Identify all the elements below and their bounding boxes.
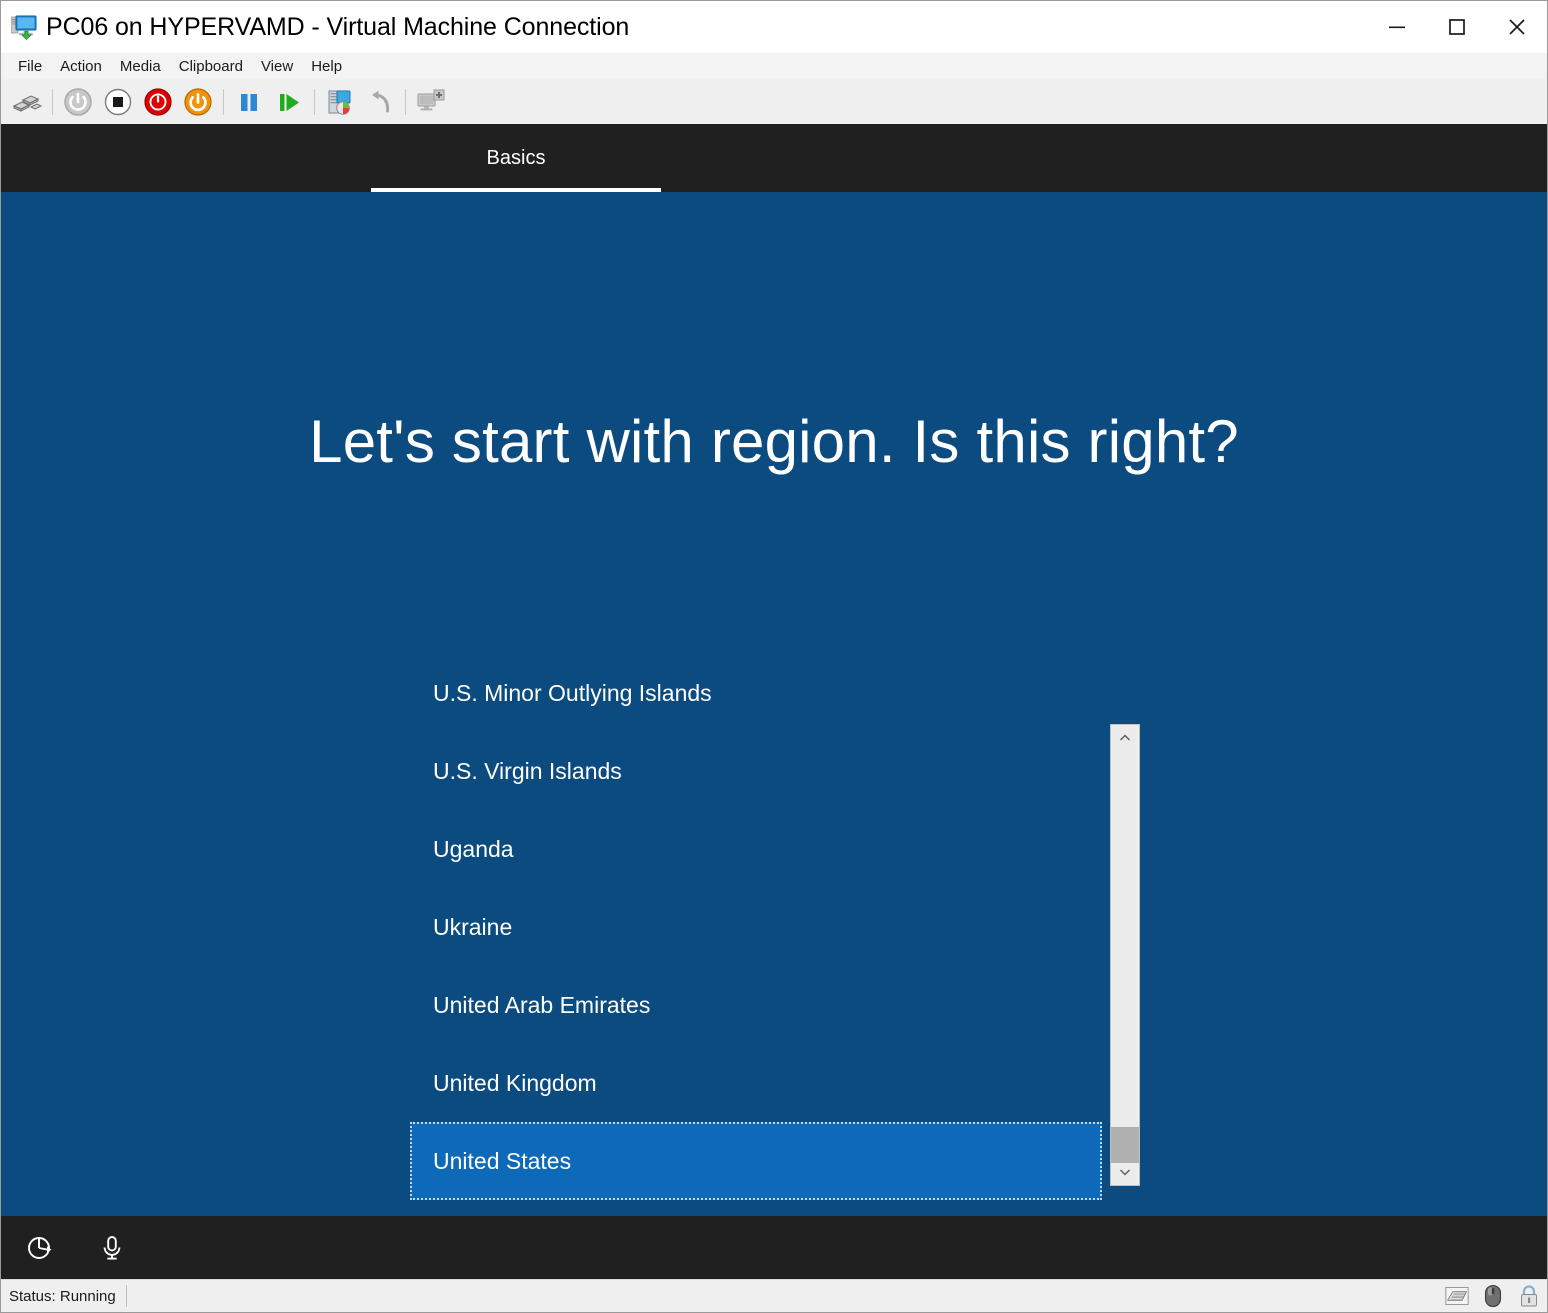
revert-button[interactable] [360, 82, 400, 122]
status-text: Status: Running [1, 1288, 126, 1305]
list-item[interactable]: Uganda [410, 810, 1102, 888]
page-title: Let's start with region. Is this right? [1, 407, 1547, 476]
checkpoint-icon [324, 86, 356, 118]
turn-off-button[interactable] [98, 82, 138, 122]
turn-off-icon [102, 86, 134, 118]
scrollbar-thumb[interactable] [1111, 1127, 1139, 1163]
keyboard-icon [1445, 1285, 1469, 1307]
shut-down-icon [142, 86, 174, 118]
resume-button[interactable] [269, 82, 309, 122]
menu-item-file[interactable]: File [9, 56, 51, 77]
minimize-icon [1385, 15, 1409, 39]
scroll-down-button[interactable] [1111, 1159, 1139, 1185]
region-label: U.S. Minor Outlying Islands [433, 680, 712, 707]
list-item[interactable]: United Arab Emirates [410, 966, 1102, 1044]
chevron-up-icon [1117, 730, 1133, 746]
ctrl-alt-delete-button[interactable] [7, 82, 47, 122]
reset-icon [182, 86, 214, 118]
maximize-icon [1445, 15, 1469, 39]
toolbar-separator [314, 89, 315, 115]
maximize-button[interactable] [1427, 1, 1487, 53]
menu-item-help[interactable]: Help [302, 56, 351, 77]
vm-screen[interactable]: Basics Let's start with region. Is this … [1, 124, 1547, 1279]
region-label: United Arab Emirates [433, 992, 650, 1019]
region-label: United Kingdom [433, 1070, 597, 1097]
pause-button[interactable] [229, 82, 269, 122]
mouse-indicator [1481, 1284, 1505, 1308]
enhanced-session-button[interactable] [411, 82, 451, 122]
region-label: Uganda [433, 836, 514, 863]
enhanced-session-icon [415, 86, 447, 118]
list-item[interactable]: U.S. Minor Outlying Islands [410, 654, 1102, 732]
menu-bar: File Action Media Clipboard View Help [1, 53, 1547, 80]
toolbar [1, 80, 1547, 124]
region-label: Ukraine [433, 914, 512, 941]
list-item[interactable]: U.S. Virgin Islands [410, 732, 1102, 810]
reset-button[interactable] [178, 82, 218, 122]
microphone-icon [97, 1233, 127, 1263]
region-list-scrollbar[interactable] [1110, 724, 1140, 1186]
status-separator [126, 1285, 127, 1307]
shut-down-button[interactable] [138, 82, 178, 122]
mouse-icon [1483, 1284, 1503, 1308]
lock-indicator [1517, 1284, 1541, 1308]
tab-basics[interactable]: Basics [371, 124, 661, 192]
list-item-selected[interactable]: United States [410, 1122, 1102, 1200]
menu-item-action[interactable]: Action [51, 56, 111, 77]
menu-item-clipboard[interactable]: Clipboard [170, 56, 252, 77]
microphone-button[interactable] [82, 1216, 142, 1279]
revert-icon [364, 86, 396, 118]
scroll-up-button[interactable] [1111, 725, 1139, 751]
tab-basics-label: Basics [487, 147, 546, 170]
oobe-body: Let's start with region. Is this right? … [1, 192, 1547, 1216]
toolbar-separator [223, 89, 224, 115]
pause-icon [233, 86, 265, 118]
lock-icon [1518, 1284, 1540, 1308]
minimize-button[interactable] [1367, 1, 1427, 53]
vmconnect-window: PC06 on HYPERVAMD - Virtual Machine Conn… [0, 0, 1548, 1313]
oobe-bottom-bar [1, 1216, 1547, 1279]
menu-item-view[interactable]: View [252, 56, 302, 77]
ease-of-access-icon [25, 1233, 55, 1263]
region-label: United States [433, 1148, 571, 1175]
oobe-top-bar [1, 124, 1547, 192]
start-icon [62, 86, 94, 118]
region-list-container: U.S. Minor Outlying Islands U.S. Virgin … [410, 654, 1132, 1122]
close-button[interactable] [1487, 1, 1547, 53]
vmconnect-icon [11, 14, 37, 40]
ease-of-access-button[interactable] [10, 1216, 70, 1279]
status-bar-icons [1445, 1280, 1541, 1312]
region-list[interactable]: U.S. Minor Outlying Islands U.S. Virgin … [410, 654, 1102, 1122]
list-item[interactable]: United Kingdom [410, 1044, 1102, 1122]
ctrl-alt-delete-icon [11, 86, 43, 118]
keyboard-indicator [1445, 1284, 1469, 1308]
checkpoint-button[interactable] [320, 82, 360, 122]
close-icon [1505, 15, 1529, 39]
region-label: U.S. Virgin Islands [433, 758, 622, 785]
toolbar-separator [52, 89, 53, 115]
window-controls [1367, 1, 1547, 53]
menu-item-media[interactable]: Media [111, 56, 170, 77]
resume-icon [273, 86, 305, 118]
toolbar-separator [405, 89, 406, 115]
title-bar: PC06 on HYPERVAMD - Virtual Machine Conn… [1, 1, 1547, 53]
window-title: PC06 on HYPERVAMD - Virtual Machine Conn… [46, 13, 629, 42]
status-bar: Status: Running [1, 1279, 1547, 1312]
list-item[interactable]: Ukraine [410, 888, 1102, 966]
start-button[interactable] [58, 82, 98, 122]
chevron-down-icon [1117, 1164, 1133, 1180]
